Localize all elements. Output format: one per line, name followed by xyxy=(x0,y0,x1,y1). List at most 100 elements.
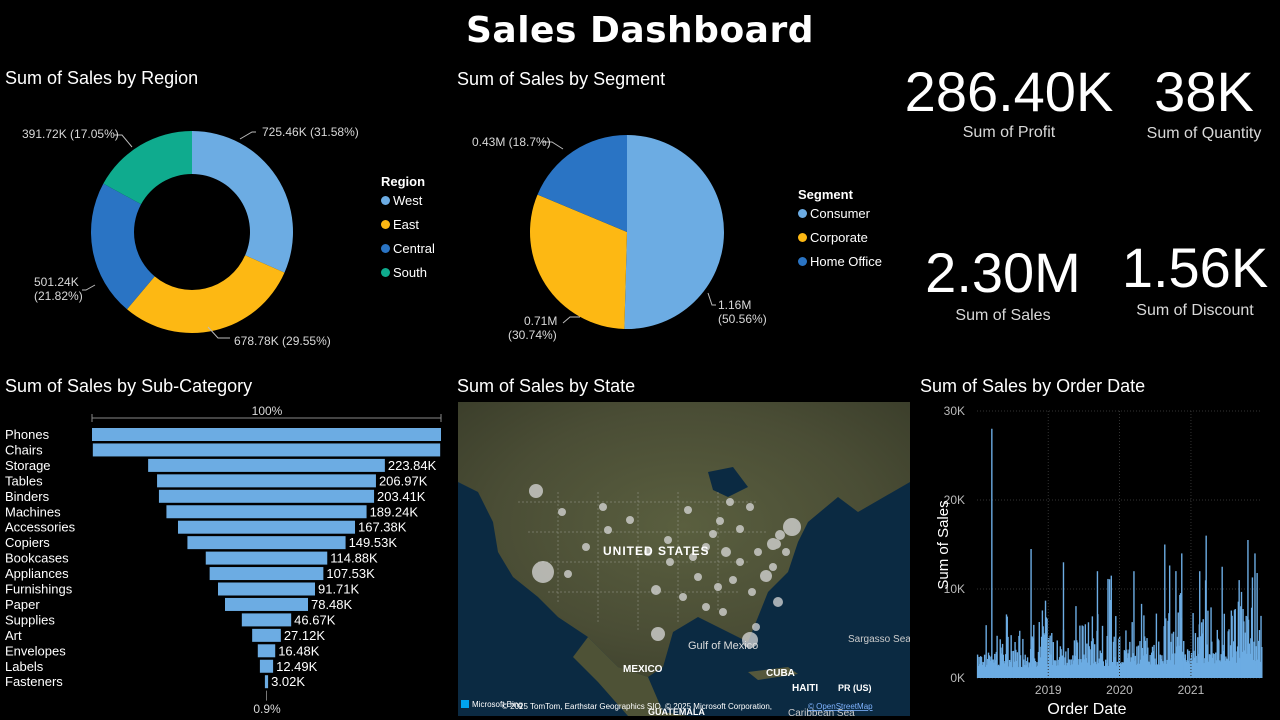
funnel-bar[interactable] xyxy=(187,536,346,550)
donut-slice-east[interactable] xyxy=(126,255,285,333)
funnel-bar[interactable] xyxy=(92,443,441,457)
state-bubble[interactable] xyxy=(604,526,612,534)
bing-logo-icon xyxy=(461,700,469,708)
state-bubble[interactable] xyxy=(726,498,734,506)
state-bubble[interactable] xyxy=(694,573,702,581)
funnel-bar[interactable] xyxy=(166,505,367,519)
funnel-bar[interactable] xyxy=(257,644,276,658)
legend-label: West xyxy=(393,193,423,208)
state-bubble[interactable] xyxy=(582,543,590,551)
region-data-label: 501.24K xyxy=(34,275,79,289)
region-data-label: 678.78K (29.55%) xyxy=(234,334,331,348)
funnel-bar[interactable] xyxy=(205,551,328,565)
funnel-bar[interactable] xyxy=(158,489,375,503)
funnel-bar[interactable] xyxy=(241,613,292,627)
funnel-bar[interactable] xyxy=(157,474,376,488)
legend-label: Central xyxy=(393,241,435,256)
legend-item-corporate[interactable]: Corporate xyxy=(798,230,882,245)
legend-item-east[interactable]: East xyxy=(381,217,435,232)
kpi-value: 1.56K xyxy=(1121,236,1269,299)
legend-item-consumer[interactable]: Consumer xyxy=(798,206,882,221)
state-bubble[interactable] xyxy=(729,576,737,584)
kpi-card-sales[interactable]: 2.30M Sum of Sales xyxy=(913,245,1093,325)
map-attribution-link[interactable]: © OpenStreetMap xyxy=(808,702,873,711)
state-bubble[interactable] xyxy=(782,548,790,556)
leader-line xyxy=(562,316,580,324)
kpi-card-quantity[interactable]: 38K Sum of Quantity xyxy=(1135,64,1273,143)
orderdate-line-chart[interactable]: 0K10K20K30K 2019 2020 2021 Order Date Sum … xyxy=(910,400,1280,720)
state-bubble[interactable] xyxy=(564,570,572,578)
state-bubble[interactable] xyxy=(714,583,722,591)
state-bubble[interactable] xyxy=(664,536,672,544)
state-bubble[interactable] xyxy=(775,530,785,540)
state-bubble[interactable] xyxy=(702,603,710,611)
segment-chart-title: Sum of Sales by Segment xyxy=(457,69,666,89)
state-bubble[interactable] xyxy=(651,627,665,641)
funnel-bar[interactable] xyxy=(259,659,274,673)
state-bubble[interactable] xyxy=(532,561,554,583)
funnel-bar[interactable] xyxy=(252,628,281,642)
map-label-haiti: HAITI xyxy=(792,683,818,694)
state-bubble[interactable] xyxy=(626,516,634,524)
subcategory-funnel-chart[interactable]: 100% PhonesChairsStorage 223.84K Tables 206… xyxy=(0,400,450,720)
state-bubble[interactable] xyxy=(736,525,744,533)
legend-dot-icon xyxy=(798,257,807,266)
map-label-cuba: CUBA xyxy=(766,668,795,679)
state-bubble[interactable] xyxy=(783,518,801,536)
funnel-bar[interactable] xyxy=(177,520,356,534)
state-bubble[interactable] xyxy=(666,558,674,566)
state-bubble[interactable] xyxy=(760,570,772,582)
state-bubble[interactable] xyxy=(558,508,566,516)
funnel-category-label: Accessories xyxy=(5,520,76,535)
funnel-bar[interactable] xyxy=(209,567,324,581)
funnel-bottom-label: 0.9% xyxy=(253,702,281,716)
donut-slice-west[interactable] xyxy=(192,131,293,273)
legend-item-west[interactable]: West xyxy=(381,193,435,208)
funnel-category-label: Labels xyxy=(5,659,44,674)
pie-slice-consumer[interactable] xyxy=(624,135,724,329)
funnel-bar[interactable] xyxy=(225,597,308,611)
state-bubble[interactable] xyxy=(716,517,724,525)
state-bubble[interactable] xyxy=(752,623,760,631)
funnel-category-label: Binders xyxy=(5,489,50,504)
state-bubble[interactable] xyxy=(773,597,783,607)
state-bubble[interactable] xyxy=(684,506,692,514)
state-bubble[interactable] xyxy=(736,558,744,566)
segment-data-label: 0.43M (18.7%) xyxy=(472,135,551,149)
region-data-label: 391.72K (17.05%) xyxy=(22,127,119,141)
funnel-bar[interactable] xyxy=(92,428,441,441)
state-map[interactable]: UNITED STATES MEXICO Gulf of Mexico CUBA… xyxy=(458,402,910,716)
legend-item-home-office[interactable]: Home Office xyxy=(798,254,882,269)
state-bubble[interactable] xyxy=(679,593,687,601)
state-bubble[interactable] xyxy=(721,547,731,557)
state-bubble[interactable] xyxy=(709,530,717,538)
kpi-card-discount[interactable]: 1.56K Sum of Discount xyxy=(1115,240,1275,320)
page-title: Sales Dashboard xyxy=(466,10,814,51)
kpi-card-profit[interactable]: 286.40K Sum of Profit xyxy=(890,64,1128,142)
legend-item-south[interactable]: South xyxy=(381,265,435,280)
state-bubble[interactable] xyxy=(769,563,777,571)
state-bubble[interactable] xyxy=(719,608,727,616)
legend-dot-icon xyxy=(381,196,390,205)
kpi-label: Sum of Profit xyxy=(962,124,1056,141)
funnel-category-label: Storage xyxy=(5,458,51,473)
region-donut-chart[interactable]: 725.46K (31.58%) 678.78K (29.55%) 501.24… xyxy=(0,95,440,360)
state-bubble[interactable] xyxy=(746,503,754,511)
legend-dot-icon xyxy=(381,268,390,277)
state-bubble[interactable] xyxy=(754,548,762,556)
state-bubble[interactable] xyxy=(767,538,779,550)
state-bubble[interactable] xyxy=(529,484,543,498)
state-bubble[interactable] xyxy=(651,585,661,595)
kpi-label: Sum of Sales xyxy=(955,307,1051,324)
funnel-value-label: 78.48K xyxy=(311,597,353,612)
funnel-category-label: Fasteners xyxy=(5,674,63,689)
legend-label: East xyxy=(393,217,420,232)
state-bubble[interactable] xyxy=(748,588,756,596)
segment-data-label: 0.71M xyxy=(524,314,557,328)
funnel-bar[interactable] xyxy=(264,675,269,689)
legend-item-central[interactable]: Central xyxy=(381,241,435,256)
legend-label: Corporate xyxy=(810,230,868,245)
state-bubble[interactable] xyxy=(599,503,607,511)
funnel-bar[interactable] xyxy=(148,458,385,472)
funnel-bar[interactable] xyxy=(218,582,315,596)
